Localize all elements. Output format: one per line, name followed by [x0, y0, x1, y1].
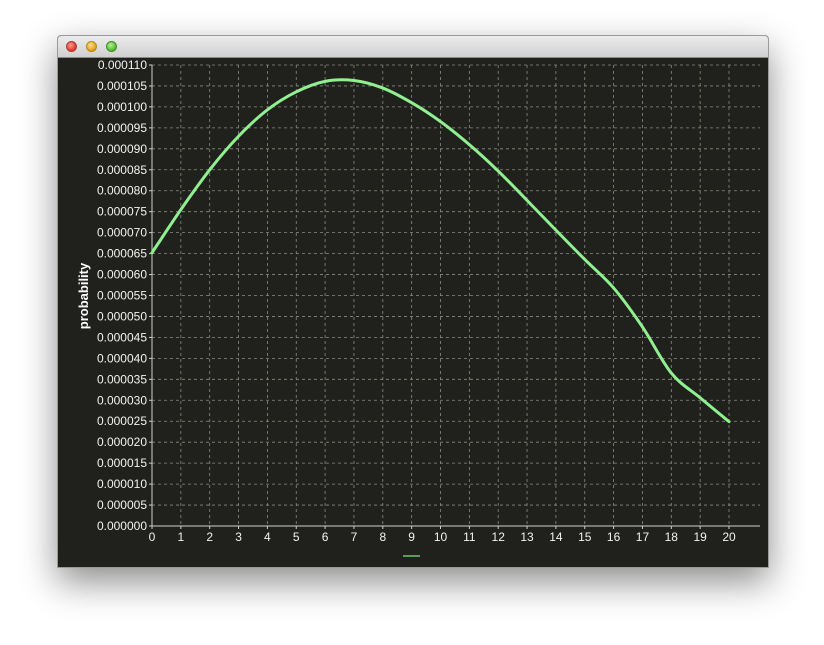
- y-tick-label-9: 0.000045: [97, 330, 147, 344]
- x-tick-label-9: 9: [408, 530, 415, 544]
- x-tick-label-16: 16: [607, 530, 621, 544]
- x-tick-label-15: 15: [578, 530, 592, 544]
- x-tick-label-10: 10: [434, 530, 448, 544]
- y-tick-label-13: 0.000065: [97, 247, 147, 261]
- probability-chart: 0.000000 0.000005 0.000010 0.000015 0.000020…: [76, 58, 760, 557]
- y-tick-label-16: 0.000080: [97, 184, 147, 198]
- y-tick-label-14: 0.000070: [97, 226, 147, 240]
- x-tick-label-11: 11: [463, 530, 476, 544]
- x-tick-label-19: 19: [693, 530, 707, 544]
- y-axis-label: probability: [76, 262, 91, 329]
- x-tick-label-7: 7: [351, 530, 358, 544]
- y-tick-label-3: 0.000015: [97, 456, 147, 470]
- y-tick-label-15: 0.000075: [97, 205, 147, 219]
- x-tick-labels: 0 1 2 3 4 5 6 7 8 9 10 11 12 13 14 15 16 17 18 19 20: [149, 530, 736, 544]
- y-tick-label-19: 0.000095: [97, 121, 147, 135]
- x-tick-label-5: 5: [293, 530, 300, 544]
- y-tick-label-6: 0.000030: [97, 393, 147, 407]
- y-tick-label-10: 0.000050: [97, 309, 147, 323]
- chart-window: 0.000000 0.000005 0.000010 0.000015 0.000020…: [57, 35, 769, 568]
- y-tick-label-1: 0.000005: [97, 498, 147, 512]
- y-tick-label-5: 0.000025: [97, 414, 147, 428]
- x-tick-label-13: 13: [520, 530, 534, 544]
- x-tick-label-20: 20: [722, 530, 736, 544]
- x-tick-label-6: 6: [322, 530, 329, 544]
- x-tick-label-17: 17: [636, 530, 650, 544]
- y-tick-label-8: 0.000040: [97, 351, 147, 365]
- y-tick-label-22: 0.000110: [98, 58, 147, 72]
- x-tick-label-1: 1: [178, 530, 185, 544]
- y-tick-label-18: 0.000090: [97, 142, 147, 156]
- x-tick-label-4: 4: [264, 530, 271, 544]
- x-tick-label-18: 18: [665, 530, 679, 544]
- plot-area: 0.000000 0.000005 0.000010 0.000015 0.000020…: [59, 58, 767, 566]
- y-tick-label-12: 0.000060: [97, 268, 147, 282]
- y-tick-label-7: 0.000035: [97, 372, 147, 386]
- window-titlebar: [58, 36, 768, 58]
- zoom-window-button[interactable]: [106, 41, 117, 52]
- y-tick-label-17: 0.000085: [97, 163, 147, 177]
- x-tick-label-8: 8: [379, 530, 386, 544]
- x-tick-label-0: 0: [149, 530, 156, 544]
- x-tick-label-12: 12: [492, 530, 506, 544]
- y-tick-labels: 0.000000 0.000005 0.000010 0.000015 0.000020…: [97, 58, 147, 533]
- y-tick-label-4: 0.000020: [97, 435, 147, 449]
- y-tick-label-21: 0.000105: [97, 79, 147, 93]
- x-tick-label-3: 3: [235, 530, 242, 544]
- y-tick-label-20: 0.000100: [97, 100, 147, 114]
- y-tick-label-0: 0.000000: [97, 519, 147, 533]
- minimize-window-button[interactable]: [86, 41, 97, 52]
- y-tick-label-2: 0.000010: [97, 477, 147, 491]
- y-tick-label-11: 0.000055: [97, 289, 147, 303]
- close-window-button[interactable]: [66, 41, 77, 52]
- x-tick-label-14: 14: [549, 530, 563, 544]
- x-tick-label-2: 2: [206, 530, 213, 544]
